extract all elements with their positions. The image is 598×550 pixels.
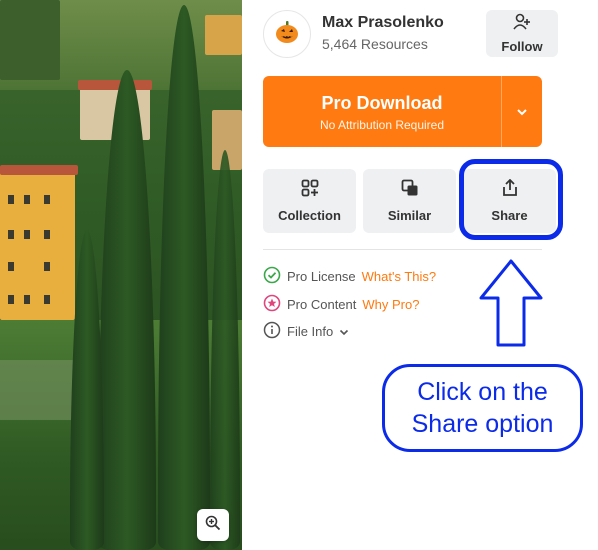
info-icon [263, 321, 281, 342]
author-avatar[interactable] [263, 10, 311, 58]
preview-image[interactable] [0, 0, 242, 550]
download-options-toggle[interactable] [502, 76, 542, 147]
image-roof [78, 80, 152, 90]
author-name[interactable]: Max Prasolenko [322, 14, 444, 32]
share-highlight-outline [459, 159, 563, 240]
collection-label: Collection [278, 208, 341, 223]
chevron-down-icon [339, 324, 349, 339]
pumpkin-icon [274, 19, 300, 50]
collection-button[interactable]: Collection [263, 169, 356, 233]
image-cypress [210, 150, 240, 550]
license-label: Pro License [287, 268, 356, 284]
image-building [205, 15, 242, 55]
similar-label: Similar [387, 208, 432, 223]
pro-content-row: Pro Content Why Pro? [263, 294, 419, 314]
star-circle-icon [263, 294, 281, 315]
image-roof [0, 165, 78, 175]
pro-download-button[interactable]: Pro Download No Attribution Required [263, 76, 542, 147]
file-info-row[interactable]: File Info [263, 321, 349, 341]
divider [263, 249, 542, 250]
pro-download-label: Pro Download [321, 93, 443, 113]
pro-download-sublabel: No Attribution Required [319, 118, 445, 132]
up-arrow-icon [478, 258, 544, 353]
image-cypress [98, 70, 156, 550]
similar-icon [401, 179, 419, 202]
pro-content-label: Pro Content [287, 296, 357, 312]
similar-button[interactable]: Similar [363, 169, 456, 233]
follow-button[interactable]: Follow [486, 10, 558, 57]
author-resource-count: 5,464 Resources [322, 36, 428, 52]
collection-icon [301, 179, 319, 202]
image-building [0, 0, 60, 80]
image-cypress [70, 230, 104, 550]
instruction-callout: Click on the Share option [382, 364, 583, 452]
why-pro-link[interactable]: Why Pro? [362, 297, 419, 312]
instruction-text: Click on the Share option [411, 378, 554, 438]
zoom-in-icon [205, 515, 221, 536]
zoom-button[interactable] [197, 509, 229, 541]
license-row: Pro License What's This? [263, 266, 436, 286]
license-info-link[interactable]: What's This? [362, 269, 437, 284]
file-info-label: File Info [287, 323, 334, 339]
follow-label: Follow [501, 39, 543, 54]
add-user-icon [512, 13, 532, 36]
check-circle-icon [263, 266, 281, 287]
resource-panel: Max Prasolenko 5,464 Resources Follow Pr… [242, 0, 598, 550]
chevron-down-icon [516, 103, 528, 121]
